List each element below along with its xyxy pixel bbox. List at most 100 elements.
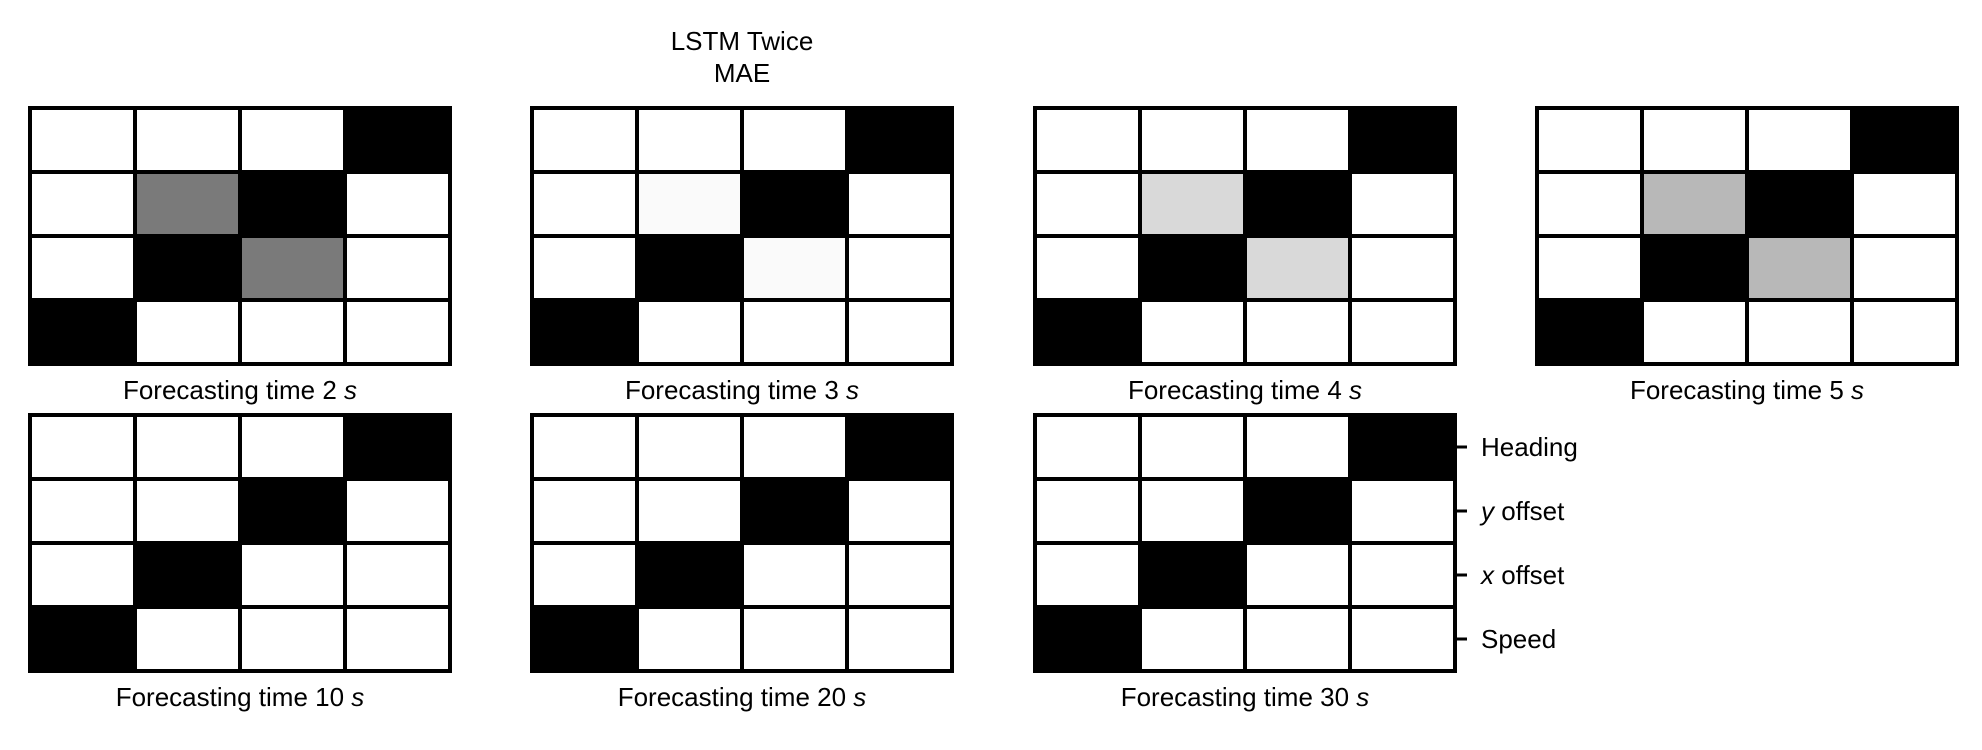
heatmap-cell-r4-c3: [238, 298, 347, 366]
heatmap-cell-r1-c1: [28, 106, 137, 174]
heatmap-cell-r2-c2: [635, 170, 744, 238]
row-tick-label: x offset: [1479, 560, 1565, 590]
panel-label-text: Forecasting time 2: [123, 375, 344, 405]
heatmap-cell-r1-c2: [1138, 106, 1247, 174]
heatmap-cell-r1-c3: [1243, 413, 1352, 481]
heatmap-cell-r1-c3: [238, 106, 347, 174]
heatmap-cell-r2-c3: [238, 477, 347, 545]
heatmap-cell-r3-c3: [1243, 234, 1352, 302]
panel-label: Forecasting time 20 s: [618, 682, 867, 712]
heatmap-cell-r3-c2: [635, 541, 744, 609]
heatmap-cell-r4-c3: [1243, 298, 1352, 366]
heatmap-cell-r4-c1: [28, 298, 137, 366]
heatmap-cell-r3-c1: [28, 541, 137, 609]
heatmap-cell-r2-c1: [28, 170, 137, 238]
heatmap-cell-r4-c2: [635, 605, 744, 673]
heatmap-cell-r3-c3: [238, 541, 347, 609]
panel-label: Forecasting time 5 s: [1630, 375, 1864, 405]
heatmap-cell-r4-c3: [740, 298, 849, 366]
heatmap-cell-r2-c4: [1850, 170, 1959, 238]
chart-title-line-1: LSTM Twice: [671, 26, 814, 56]
heatmap-cell-r4-c4: [343, 605, 452, 673]
row-tick-text: Heading: [1481, 432, 1578, 462]
heatmap-cell-r2-c2: [1138, 170, 1247, 238]
panel-label-text: Forecasting time 5: [1630, 375, 1851, 405]
heatmap-cell-r3-c2: [133, 234, 242, 302]
heatmap-cell-r3-c1: [1033, 234, 1142, 302]
heatmap-cell-r1-c4: [343, 106, 452, 174]
heatmap-cell-r2-c1: [1033, 170, 1142, 238]
row-tick-label: Speed: [1481, 624, 1556, 654]
heatmap-cell-r4-c2: [133, 605, 242, 673]
heatmap-cell-r1-c4: [1348, 106, 1457, 174]
heatmap-cell-r2-c3: [740, 170, 849, 238]
heatmap-cell-r3-c1: [1535, 234, 1644, 302]
heatmap-cell-r1-c3: [1243, 106, 1352, 174]
row-tick-text: offset: [1494, 496, 1565, 526]
heatmap-cell-r4-c3: [1243, 605, 1352, 673]
heatmap-cell-r3-c1: [28, 234, 137, 302]
heatmap-cell-r1-c2: [133, 106, 242, 174]
heatmap-cell-r3-c3: [1243, 541, 1352, 609]
heatmap-cell-r4-c1: [1033, 298, 1142, 366]
panel-label-unit: s: [344, 375, 357, 405]
panel-label-text: Forecasting time 30: [1121, 682, 1357, 712]
heatmap-cell-r2-c4: [1348, 170, 1457, 238]
heatmap-cell-r2-c3: [238, 170, 347, 238]
heatmap-panel-6: Forecasting time 20 s: [530, 413, 954, 712]
heatmap-cell-r4-c2: [133, 298, 242, 366]
panel-label: Forecasting time 10 s: [116, 682, 365, 712]
heatmap-cell-r4-c4: [1348, 605, 1457, 673]
row-tick-text: Speed: [1481, 624, 1556, 654]
heatmap-cell-r1-c3: [238, 413, 347, 481]
panel-label: Forecasting time 30 s: [1121, 682, 1370, 712]
heatmap-cell-r2-c1: [1033, 477, 1142, 545]
heatmap-cell-r3-c1: [530, 541, 639, 609]
heatmap-cell-r3-c4: [1348, 541, 1457, 609]
heatmap-cell-r1-c2: [635, 106, 744, 174]
heatmap-cell-r3-c4: [343, 234, 452, 302]
heatmap-cell-r1-c1: [530, 106, 639, 174]
heatmap-panel-7: Forecasting time 30 s: [1033, 413, 1457, 712]
heatmap-cell-r2-c1: [28, 477, 137, 545]
panel-label: Forecasting time 2 s: [123, 375, 357, 405]
heatmap-cell-r2-c1: [530, 170, 639, 238]
heatmap-cell-r2-c4: [1348, 477, 1457, 545]
heatmap-cell-r1-c4: [343, 413, 452, 481]
heatmap-cell-r2-c3: [1243, 477, 1352, 545]
heatmap-cell-r2-c2: [133, 477, 242, 545]
heatmap-panel-2: Forecasting time 3 s: [530, 106, 954, 405]
heatmap-cell-r2-c2: [1640, 170, 1749, 238]
heatmap-cell-r1-c4: [845, 106, 954, 174]
heatmap-cell-r1-c3: [1745, 106, 1854, 174]
heatmap-panel-1: Forecasting time 2 s: [28, 106, 452, 405]
panel-label: Forecasting time 3 s: [625, 375, 859, 405]
heatmap-cell-r3-c4: [845, 541, 954, 609]
heatmap-cell-r4-c4: [1348, 298, 1457, 366]
panel-label-unit: s: [1356, 682, 1369, 712]
heatmap-cell-r3-c4: [343, 541, 452, 609]
heatmap-panel-4: Forecasting time 5 s: [1535, 106, 1959, 405]
heatmap-cell-r1-c2: [1640, 106, 1749, 174]
heatmap-panel-5: Forecasting time 10 s: [28, 413, 452, 712]
panel-label-unit: s: [351, 682, 364, 712]
panel-label-text: Forecasting time 3: [625, 375, 846, 405]
heatmap-cell-r4-c2: [1640, 298, 1749, 366]
heatmap-cell-r3-c2: [635, 234, 744, 302]
heatmap-cell-r3-c3: [238, 234, 347, 302]
chart-title-line-2: MAE: [714, 58, 770, 88]
heatmap-cell-r3-c2: [1640, 234, 1749, 302]
heatmap-cell-r1-c2: [1138, 413, 1247, 481]
heatmap-cell-r2-c4: [845, 170, 954, 238]
heatmap-cell-r2-c4: [343, 477, 452, 545]
heatmap-cell-r4-c1: [1033, 605, 1142, 673]
heatmap-panel-3: Forecasting time 4 s: [1033, 106, 1457, 405]
panel-label: Forecasting time 4 s: [1128, 375, 1362, 405]
heatmap-cell-r1-c4: [1850, 106, 1959, 174]
heatmap-figure: LSTM Twice MAE Forecasting time 2 s Forec…: [28, 26, 1959, 712]
heatmap-cell-r1-c3: [740, 413, 849, 481]
heatmap-cell-r3-c3: [740, 541, 849, 609]
panel-label-text: Forecasting time 20: [618, 682, 854, 712]
heatmap-cell-r2-c3: [1745, 170, 1854, 238]
row-tick-label: y offset: [1479, 496, 1565, 526]
